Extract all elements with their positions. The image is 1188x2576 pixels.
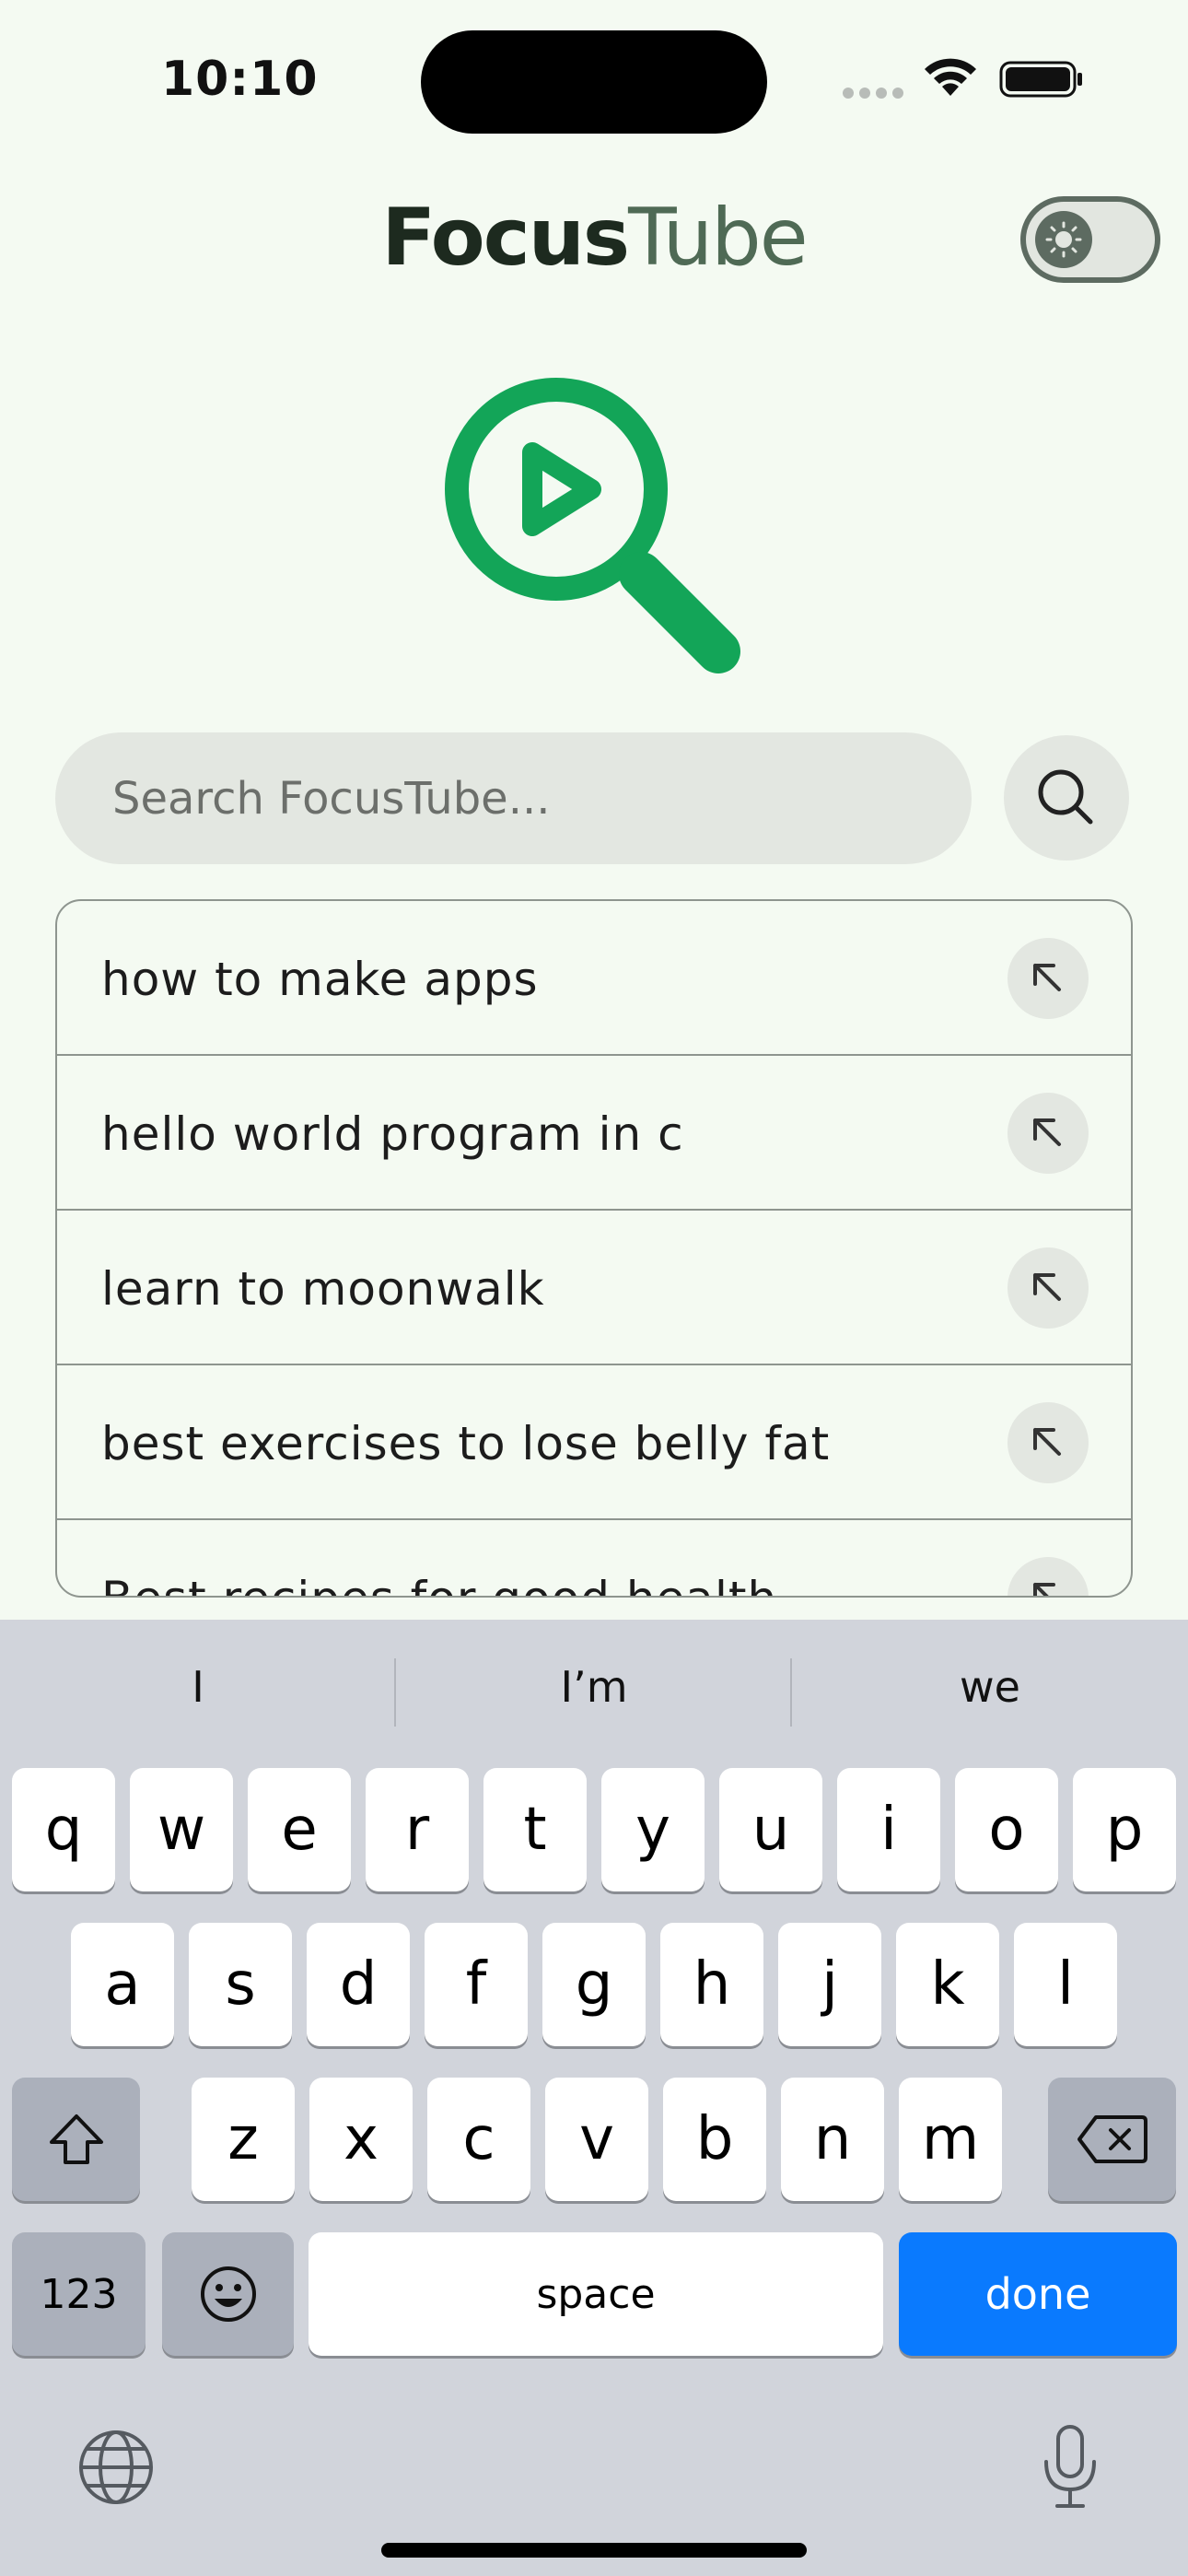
key-z[interactable]: z — [192, 2078, 295, 2201]
key-e[interactable]: e — [248, 1768, 351, 1891]
key-n[interactable]: n — [781, 2078, 884, 2201]
status-time: 10:10 — [161, 52, 319, 107]
key-c[interactable]: c — [427, 2078, 530, 2201]
prediction-divider — [790, 1658, 792, 1727]
key-u[interactable]: u — [719, 1768, 822, 1891]
key-q[interactable]: q — [12, 1768, 115, 1891]
sun-icon — [1045, 221, 1082, 258]
play-magnifier-logo-icon — [445, 378, 740, 673]
search-icon — [1038, 769, 1093, 825]
done-key[interactable]: done — [899, 2232, 1177, 2356]
dynamic-island — [421, 30, 767, 134]
battery-icon — [999, 61, 1082, 98]
suggestion-item[interactable]: Best recipes for good health — [57, 1520, 1131, 1596]
suggestion-item[interactable]: how to make apps — [57, 901, 1131, 1056]
key-x[interactable]: x — [309, 2078, 413, 2201]
wifi-icon — [925, 58, 976, 96]
key-p[interactable]: p — [1073, 1768, 1176, 1891]
key-g[interactable]: g — [542, 1923, 646, 2046]
key-f[interactable]: f — [425, 1923, 528, 2046]
suggestion-list: how to make apps hello world program in … — [55, 899, 1133, 1598]
fill-suggestion-button[interactable] — [1007, 938, 1089, 1019]
suggestion-text: how to make apps — [101, 953, 539, 1006]
emoji-icon — [200, 2266, 256, 2322]
key-o[interactable]: o — [955, 1768, 1058, 1891]
fill-suggestion-button[interactable] — [1007, 1557, 1089, 1596]
home-indicator — [381, 2543, 807, 2558]
space-key[interactable]: space — [309, 2232, 883, 2356]
globe-icon[interactable] — [77, 2429, 155, 2506]
search-input[interactable] — [55, 732, 972, 864]
key-l[interactable]: l — [1014, 1923, 1117, 2046]
prediction-divider — [394, 1658, 396, 1727]
suggestion-item[interactable]: hello world program in c — [57, 1056, 1131, 1211]
arrow-up-left-icon — [1033, 1118, 1061, 1146]
shift-key[interactable] — [12, 2078, 140, 2201]
keyboard: I I’m we qwertyuiop asdfghjkl zxcvbnm 12… — [0, 1620, 1188, 2576]
theme-toggle[interactable] — [1020, 196, 1160, 283]
key-b[interactable]: b — [663, 2078, 766, 2201]
suggestion-text: best exercises to lose belly fat — [101, 1417, 831, 1470]
key-y[interactable]: y — [601, 1768, 705, 1891]
key-a[interactable]: a — [71, 1923, 174, 2046]
key-t[interactable]: t — [483, 1768, 587, 1891]
key-d[interactable]: d — [307, 1923, 410, 2046]
theme-toggle-knob — [1035, 211, 1092, 268]
emoji-key[interactable] — [162, 2232, 294, 2356]
fill-suggestion-button[interactable] — [1007, 1247, 1089, 1329]
key-v[interactable]: v — [545, 2078, 648, 2201]
microphone-icon[interactable] — [1039, 2423, 1101, 2512]
suggestion-text: learn to moonwalk — [101, 1262, 545, 1316]
shift-icon — [49, 2114, 103, 2164]
delete-key[interactable] — [1048, 2078, 1176, 2201]
suggestion-text: Best recipes for good health — [101, 1572, 777, 1596]
prediction-3[interactable]: we — [797, 1662, 1183, 1712]
fill-suggestion-button[interactable] — [1007, 1093, 1089, 1174]
suggestion-text: hello world program in c — [101, 1107, 684, 1161]
fill-suggestion-button[interactable] — [1007, 1402, 1089, 1483]
prediction-1[interactable]: I — [5, 1662, 391, 1712]
key-i[interactable]: i — [837, 1768, 940, 1891]
prediction-2[interactable]: I’m — [401, 1662, 787, 1712]
delete-icon — [1077, 2115, 1147, 2163]
suggestion-item[interactable]: best exercises to lose belly fat — [57, 1365, 1131, 1520]
signal-icon — [843, 88, 903, 99]
app-title-primary: Focus — [381, 192, 630, 284]
arrow-up-left-icon — [1033, 964, 1061, 991]
key-s[interactable]: s — [189, 1923, 292, 2046]
arrow-up-left-icon — [1033, 1583, 1055, 1596]
arrow-up-left-icon — [1033, 1428, 1061, 1456]
key-k[interactable]: k — [896, 1923, 999, 2046]
key-w[interactable]: w — [130, 1768, 233, 1891]
key-j[interactable]: j — [778, 1923, 881, 2046]
suggestion-item[interactable]: learn to moonwalk — [57, 1211, 1131, 1365]
key-r[interactable]: r — [366, 1768, 469, 1891]
search-button[interactable] — [1004, 735, 1129, 861]
key-m[interactable]: m — [899, 2078, 1002, 2201]
arrow-up-left-icon — [1033, 1273, 1061, 1301]
numbers-key[interactable]: 123 — [12, 2232, 146, 2356]
app-title: FocusTube — [0, 192, 1188, 284]
app-title-accent: Tube — [628, 192, 808, 284]
key-h[interactable]: h — [660, 1923, 763, 2046]
